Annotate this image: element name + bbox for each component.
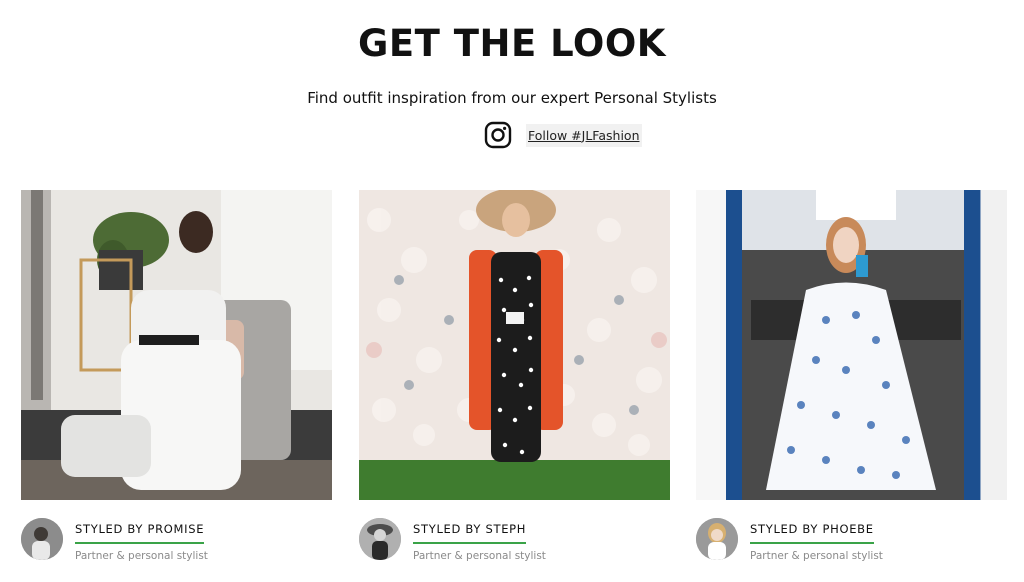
avatar bbox=[21, 518, 63, 560]
stylist-name[interactable]: STYLED BY PHOEBE bbox=[750, 522, 874, 544]
stylist-role: Partner & personal stylist bbox=[75, 550, 208, 562]
stylist-info: STYLED BY PHOEBE Partner & personal styl… bbox=[696, 516, 1007, 576]
stylist-name[interactable]: STYLED BY PROMISE bbox=[75, 522, 205, 544]
stylist-role: Partner & personal stylist bbox=[750, 550, 883, 562]
stylist-name[interactable]: STYLED BY STEPH bbox=[413, 522, 527, 544]
stylist-card-promise[interactable]: STYLED BY PROMISE Partner & personal sty… bbox=[21, 190, 332, 576]
instagram-icon bbox=[484, 121, 512, 149]
stylist-card-steph[interactable]: STYLED BY STEPH Partner & personal styli… bbox=[359, 190, 670, 576]
page-subtitle: Find outfit inspiration from our expert … bbox=[307, 89, 717, 107]
page-title: GET THE LOOK bbox=[358, 22, 666, 65]
stylist-card-phoebe[interactable]: STYLED BY PHOEBE Partner & personal styl… bbox=[696, 190, 1007, 576]
avatar bbox=[359, 518, 401, 560]
stylist-role: Partner & personal stylist bbox=[413, 550, 546, 562]
avatar bbox=[696, 518, 738, 560]
outfit-photo[interactable] bbox=[359, 190, 670, 500]
outfit-photo[interactable] bbox=[21, 190, 332, 500]
instagram-follow-link[interactable]: Follow #JLFashion bbox=[484, 120, 642, 150]
stylist-info: STYLED BY PROMISE Partner & personal sty… bbox=[21, 516, 332, 576]
outfit-photo[interactable] bbox=[696, 190, 1007, 500]
follow-hashtag-link[interactable]: Follow #JLFashion bbox=[526, 123, 642, 147]
stylist-info: STYLED BY STEPH Partner & personal styli… bbox=[359, 516, 670, 576]
